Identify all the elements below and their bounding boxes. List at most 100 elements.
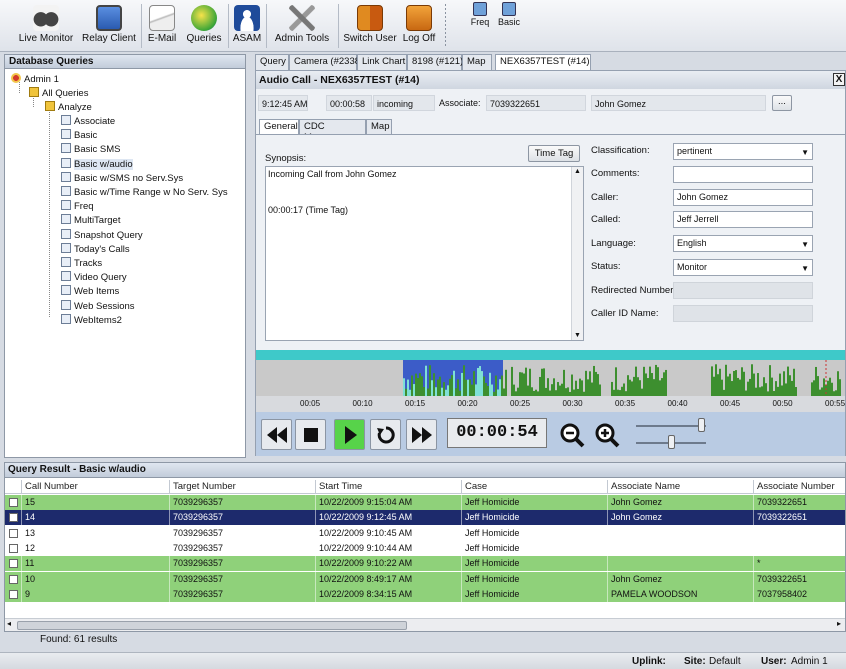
tree-query-item[interactable]: Web Items	[61, 285, 119, 298]
table-row[interactable]: 14 7039296357 10/22/2009 9:12:45 AM Jeff Ho…	[5, 510, 845, 526]
query-icon	[61, 115, 71, 125]
tab-query[interactable]: Query	[255, 54, 289, 70]
query-icon	[61, 186, 71, 196]
table-cell	[753, 540, 845, 556]
live-monitor-button[interactable]: Live Monitor	[14, 2, 78, 50]
col-target-number[interactable]: Target Number	[169, 480, 315, 494]
table-cell	[607, 556, 753, 572]
zoom-out-button[interactable]	[556, 419, 587, 450]
row-checkbox[interactable]	[9, 528, 18, 538]
row-checkbox[interactable]	[9, 589, 18, 599]
table-row[interactable]: 9 7039296357 10/22/2009 8:34:15 AM Jeff Hom…	[5, 586, 845, 602]
tree-query-item[interactable]: Today's Calls	[61, 242, 130, 256]
queries-button[interactable]: Queries	[185, 2, 223, 50]
stop-button[interactable]	[295, 419, 326, 450]
language-select[interactable]: English ▼	[673, 235, 813, 252]
subtab-map[interactable]: Map	[366, 119, 392, 134]
tree-query-item[interactable]: Basic SMS	[61, 143, 120, 156]
col-call-number[interactable]: Call Number	[21, 480, 169, 494]
tree-query-item[interactable]: Freq	[61, 200, 94, 213]
table-cell: John Gomez	[607, 495, 753, 510]
tree-query-item[interactable]: Basic	[61, 129, 97, 142]
freq-button[interactable]: Freq	[468, 2, 492, 27]
query-icon	[61, 200, 71, 211]
query-icon	[61, 143, 71, 154]
table-cell: 7037958402	[753, 586, 845, 602]
row-checkbox[interactable]	[9, 574, 18, 584]
classification-select[interactable]: pertinent ▼	[673, 143, 813, 160]
col-start-time[interactable]: Start Time	[315, 480, 461, 494]
timeline-tick-label: 00:55	[825, 399, 846, 408]
synopsis-textarea[interactable]: Incoming Call from John Gomez 00:00:17 (…	[265, 166, 584, 341]
col-associate-number[interactable]: Associate Number	[753, 480, 845, 494]
close-icon[interactable]: X	[833, 73, 845, 86]
audio-waveform[interactable]	[256, 360, 845, 398]
tree-query-item[interactable]: Web Sessions	[61, 299, 135, 313]
asam-button[interactable]: ASAM	[231, 2, 263, 50]
admin-tools-button[interactable]: Admin Tools	[270, 2, 334, 50]
tree-query-item[interactable]: Tracks	[61, 257, 102, 270]
table-cell: John Gomez	[607, 510, 753, 526]
row-checkbox[interactable]	[9, 559, 18, 569]
status-select[interactable]: Monitor ▼	[673, 259, 813, 276]
rewind-button[interactable]	[261, 419, 292, 450]
tree-query-item[interactable]: WebItems2	[61, 313, 122, 327]
relay-client-button[interactable]: Relay Client	[80, 2, 138, 50]
table-row[interactable]: 11 7039296357 10/22/2009 9:10:22 AM Jeff Ho…	[5, 556, 845, 572]
email-button[interactable]: E-Mail	[144, 2, 180, 50]
tab-nex6357test[interactable]: NEX6357TEST (#14)	[495, 54, 591, 71]
scroll-left-icon[interactable]: ◂	[7, 619, 11, 628]
results-horizontal-scrollbar[interactable]: ◂ ▸	[5, 618, 845, 631]
subtab-cdc-messages[interactable]: CDC Messages	[299, 119, 366, 143]
tab-8198[interactable]: 8198 (#121)	[407, 54, 463, 70]
row-checkbox[interactable]	[9, 513, 18, 523]
tab-map[interactable]: Map	[462, 54, 492, 70]
table-row[interactable]: 12 7039296357 10/22/2009 9:10:44 AM Jeff Ho…	[5, 540, 845, 556]
volume-slider-thumb[interactable]	[698, 418, 705, 432]
tab-camera[interactable]: Camera (#2338)	[289, 54, 363, 70]
table-row[interactable]: 15 7039296357 10/22/2009 9:15:04 AM Jeff Ho…	[5, 495, 845, 510]
synopsis-scrollbar[interactable]: ▲ ▼	[571, 167, 583, 340]
switch-user-button[interactable]: Switch User	[342, 2, 398, 50]
fast-forward-button[interactable]	[406, 419, 437, 450]
table-row[interactable]: 13 7039296357 10/22/2009 9:10:45 AM Jeff Ho…	[5, 525, 845, 541]
play-button[interactable]	[334, 419, 365, 450]
row-checkbox[interactable]	[9, 498, 18, 507]
tree-query-item[interactable]: Basic w/Time Range w No Serv. Sys	[61, 186, 228, 199]
browse-button[interactable]: ...	[772, 95, 792, 111]
volume-slider[interactable]	[636, 425, 706, 427]
scroll-down-icon[interactable]: ▼	[574, 332, 581, 339]
tree-query-item[interactable]: Video Query	[61, 271, 127, 284]
caller-field[interactable]: John Gomez	[673, 189, 813, 206]
comments-field[interactable]	[673, 166, 813, 183]
dropdown-arrow-icon: ▼	[801, 148, 809, 157]
tree-all-queries[interactable]: All Queries	[29, 87, 88, 100]
tree-query-item[interactable]: Basic w/audio	[61, 157, 133, 171]
tree-query-item[interactable]: Basic w/SMS no Serv.Sys	[61, 171, 183, 185]
waveform-position-bar[interactable]	[256, 350, 845, 360]
table-row[interactable]: 10 7039296357 10/22/2009 8:49:17 AM Jeff Ho…	[5, 571, 845, 587]
scrollbar-thumb[interactable]	[17, 621, 407, 630]
tree-query-item[interactable]: MultiTarget	[61, 214, 120, 227]
time-tag-button[interactable]: Time Tag	[528, 145, 580, 162]
col-case[interactable]: Case	[461, 480, 607, 494]
loop-button[interactable]	[370, 419, 401, 450]
tree-query-item[interactable]: Snapshot Query	[61, 228, 143, 242]
row-checkbox[interactable]	[9, 543, 18, 553]
table-cell: John Gomez	[607, 571, 753, 587]
col-associate-name[interactable]: Associate Name	[607, 480, 753, 494]
basic-button[interactable]: Basic	[496, 2, 522, 27]
speed-slider-thumb[interactable]	[668, 435, 675, 449]
log-off-button[interactable]: Log Off	[400, 2, 438, 50]
subtab-general[interactable]: General	[259, 119, 299, 135]
tree-analyze[interactable]: Analyze	[45, 101, 92, 114]
scroll-right-icon[interactable]: ▸	[837, 619, 841, 628]
tree-query-item[interactable]: Associate	[61, 115, 115, 128]
rewind-icon	[266, 426, 287, 443]
scroll-up-icon[interactable]: ▲	[574, 168, 581, 175]
called-field[interactable]: Jeff Jerrell	[673, 211, 813, 228]
tab-link-chart[interactable]: Link Chart	[357, 54, 407, 70]
table-cell: 10/22/2009 8:49:17 AM	[315, 571, 461, 587]
tree-root-admin[interactable]: Admin 1	[11, 73, 59, 86]
zoom-in-button[interactable]	[591, 419, 622, 450]
